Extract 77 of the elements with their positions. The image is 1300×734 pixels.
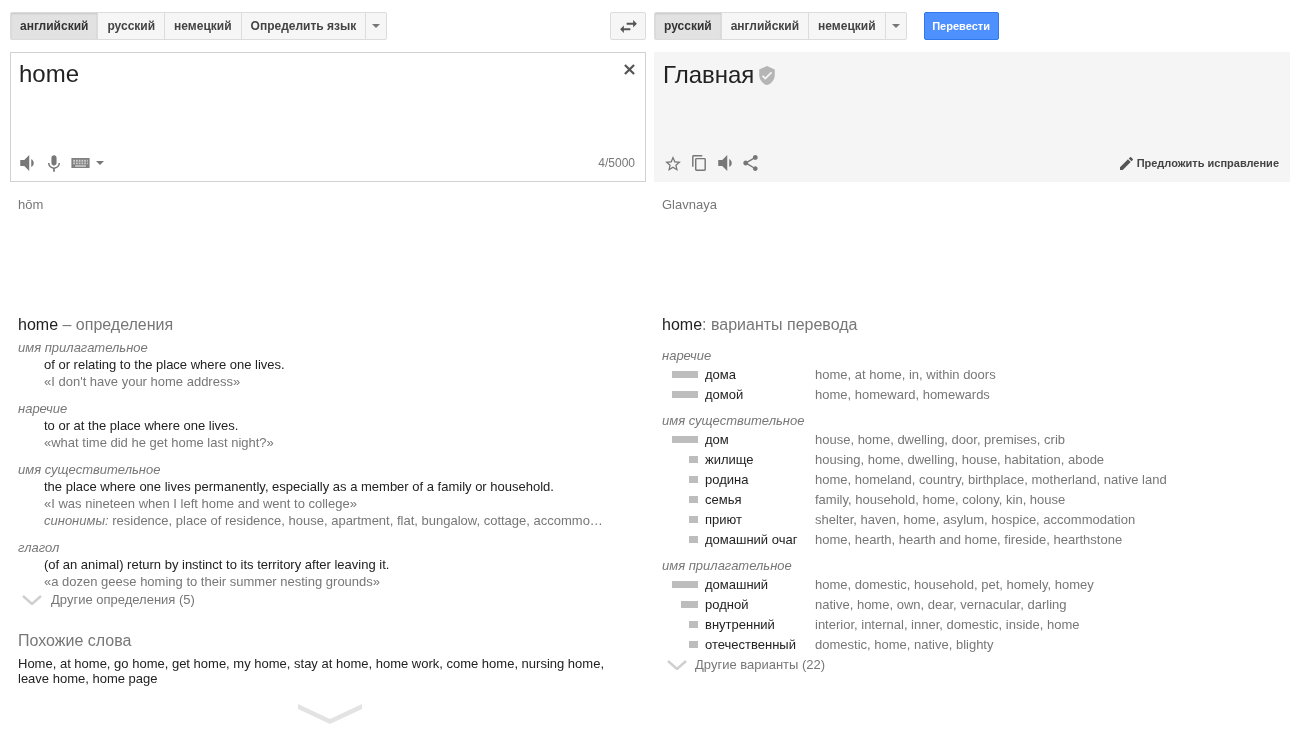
variant-term[interactable]: жилище (705, 451, 815, 467)
variant-term[interactable]: домашний очаг (705, 531, 815, 547)
back-translations: home, domestic, household, pet, homely, homey (815, 576, 1094, 592)
variant-term[interactable]: дом (705, 431, 815, 447)
pencil-icon (1119, 156, 1133, 170)
swap-arrows-icon (619, 19, 637, 33)
share-icon[interactable] (743, 155, 758, 171)
back-translations: domestic, home, native, blighty (815, 636, 994, 652)
suggest-edit-button[interactable]: Предложить исправление (1119, 156, 1279, 170)
variant-term[interactable]: родина (705, 471, 815, 487)
example-text: «I don't have your home address» (43, 373, 242, 390)
example-text: «I was nineteen when I left home and went to college» (43, 495, 358, 512)
back-translations: housing, home, dwelling, house, habitation, abode (815, 451, 1105, 467)
part-of-speech: наречие (18, 400, 69, 417)
language-tab[interactable]: английский (10, 12, 99, 40)
back-translations: shelter, haven, home, asylum, hospice, accommodation (815, 511, 1136, 527)
variant-term[interactable]: дома (705, 366, 815, 382)
caret-icon (891, 24, 900, 28)
variant-term[interactable]: домашний (705, 576, 815, 592)
language-tab[interactable]: русский (654, 12, 722, 40)
variant-term[interactable]: внутренний (705, 616, 815, 632)
caret-icon[interactable] (96, 161, 104, 165)
part-of-speech: имя прилагательное (18, 339, 149, 356)
caret-icon (372, 24, 381, 28)
related-words-heading: Похожие слова (17, 631, 132, 651)
more-definitions-button[interactable]: Другие определения (5) (22, 591, 195, 609)
source-transliteration: hōm (17, 196, 44, 213)
variant-term[interactable]: родной (705, 596, 815, 612)
close-icon (623, 63, 635, 75)
language-tab[interactable]: немецкий (164, 12, 242, 40)
back-translations: home, at home, in, within doors (815, 366, 996, 382)
chevron-down-icon (298, 704, 362, 724)
star-icon[interactable] (665, 155, 681, 171)
definition-text: (of an animal) return by instinct to its territory after leaving it. (43, 556, 390, 573)
back-translations: home, homeland, country, birthplace, motherland, native land (815, 471, 1167, 487)
back-translations: native, home, own, dear, vernacular, darling (815, 596, 1067, 612)
back-translations: house, home, dwelling, door, premises, crib (815, 431, 1065, 447)
translation-text: Главная (663, 61, 755, 89)
part-of-speech: наречие (662, 347, 713, 364)
example-text: «what time did he get home last night?» (43, 434, 274, 451)
variant-term[interactable]: отечественный (705, 636, 815, 652)
synonyms-text: синонимы: residence, place of residence, house, apartment, flat, bungalow, cottage, accommo… (43, 512, 603, 529)
back-translations: interior, internal, inner, domestic, inside, home (815, 616, 1080, 632)
more-variants-button[interactable]: Другие варианты (22) (667, 656, 826, 674)
speaker-icon[interactable] (718, 155, 732, 171)
variant-term[interactable]: приют (705, 511, 815, 527)
language-tab[interactable]: английский (720, 12, 810, 40)
source-text-input[interactable]: home (11, 53, 618, 150)
variant-term[interactable]: домой (705, 386, 815, 402)
language-tab[interactable]: русский (97, 12, 166, 40)
chevron-down-icon (22, 595, 42, 605)
part-of-speech: имя существительное (18, 461, 162, 478)
example-text: «a dozen geese homing to their summer nesting grounds» (43, 573, 382, 590)
variant-term[interactable]: семья (705, 491, 815, 507)
copy-icon[interactable] (692, 155, 706, 171)
part-of-speech: имя существительное (662, 412, 806, 429)
back-translations: family, household, home, colony, kin, house (815, 491, 1066, 507)
speaker-icon[interactable] (20, 155, 34, 171)
definition-text: to or at the place where one lives. (43, 417, 240, 434)
back-translations: home, hearth, hearth and home, fireside, hearthstone (815, 531, 1123, 547)
swap-languages-button[interactable] (610, 12, 646, 40)
definition-text: the place where one lives permanently, especially as a member of a family or household. (43, 478, 555, 495)
character-count: 4/5000 (598, 156, 635, 170)
variants-heading: home: варианты перевода (661, 315, 858, 335)
part-of-speech: имя прилагательное (662, 557, 793, 574)
part-of-speech: глагол (18, 539, 61, 556)
chevron-down-icon (667, 660, 687, 670)
back-translations: home, homeward, homewards (815, 386, 990, 402)
definition-text: of or relating to the place where one lives. (43, 356, 285, 373)
language-tab[interactable]: немецкий (808, 12, 886, 40)
translation-transliteration: Glavnaya (661, 196, 717, 213)
microphone-icon[interactable] (48, 154, 60, 172)
language-tab[interactable]: Определить язык (240, 12, 367, 40)
related-words-text: Home, at home, go home, get home, my home, stay at home, home work, come home, nursing home, leave home, home page (18, 656, 605, 686)
definitions-heading: home – определения (17, 315, 174, 335)
source-text-field[interactable]: home 4/5000 (10, 52, 646, 182)
keyboard-icon[interactable] (71, 158, 90, 168)
